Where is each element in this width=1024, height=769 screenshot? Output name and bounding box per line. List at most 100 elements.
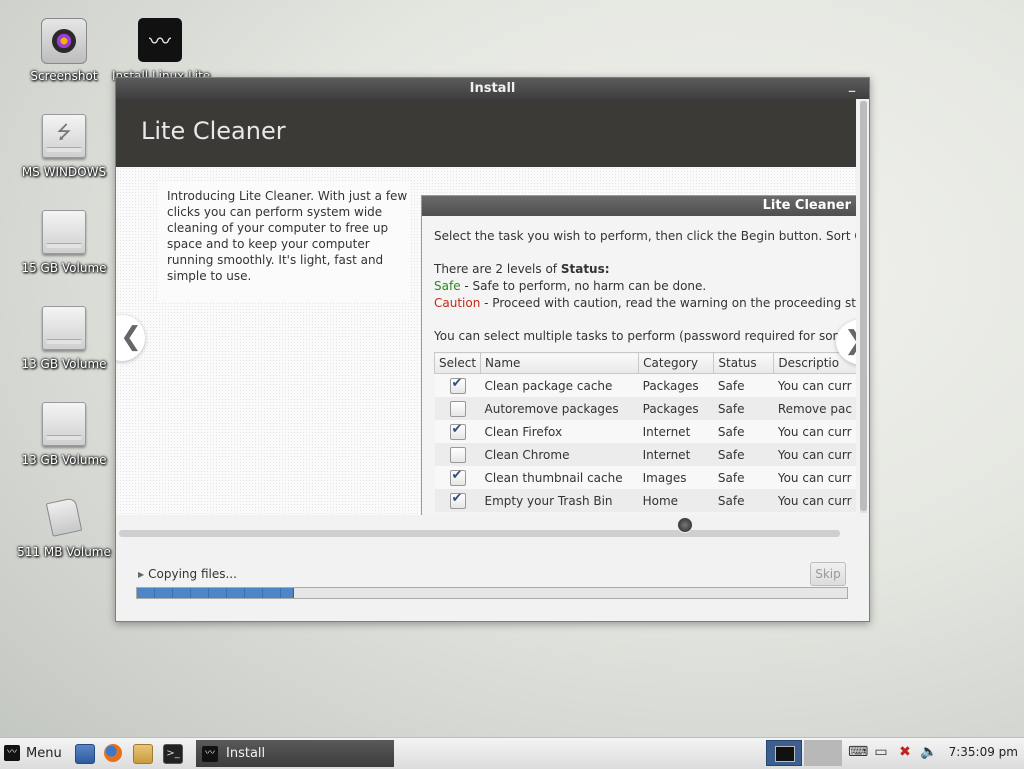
task-status: Safe	[717, 470, 745, 485]
desktop-icon-511mb-volume[interactable]: 511 MB Volume	[16, 497, 112, 559]
menu-button[interactable]: 〰 Menu	[4, 741, 62, 765]
select-checkbox[interactable]	[449, 468, 466, 486]
table-cell: Home	[638, 489, 714, 512]
vertical-scrollbar[interactable]	[860, 101, 867, 513]
table-row[interactable]: Clean Chrome Internet Safe You can curr	[434, 443, 856, 466]
task-table: Select Name Category Status Descriptio C…	[433, 352, 856, 512]
desktop-icon-13gb-volume-b[interactable]: 13 GB Volume	[16, 402, 112, 467]
task-category: Internet	[642, 447, 691, 462]
desktop-icon-13gb-volume-a[interactable]: 13 GB Volume	[16, 306, 112, 371]
intro-text: Introducing Lite Cleaner. With just a fe…	[159, 182, 410, 302]
table-cell: You can curr	[773, 420, 856, 443]
table-cell	[434, 443, 481, 466]
table-row[interactable]: Clean package cache Packages Safe You can c…	[434, 373, 856, 397]
select-checkbox[interactable]	[449, 491, 466, 509]
select-checkbox[interactable]	[449, 422, 466, 440]
task-status: Safe	[717, 424, 745, 439]
desktop-icon-label: Screenshot	[30, 69, 98, 83]
volume-icon[interactable]: 🔈	[920, 744, 938, 760]
select-checkbox[interactable]	[449, 376, 466, 394]
progress-fill	[137, 588, 295, 598]
table-row[interactable]: Clean thumbnail cache Images Safe You can c…	[434, 466, 856, 489]
task-name: Clean Chrome	[484, 447, 570, 462]
battery-icon[interactable]: ▭	[872, 744, 890, 760]
desktop-icon-label: 13 GB Volume	[21, 453, 107, 467]
hard-drive-icon	[42, 210, 86, 254]
desktop-icon-label: MS WINDOWS	[21, 165, 107, 179]
install-window: Install _ Lite Cleaner Introducing Lite …	[115, 77, 870, 622]
task-description: You can curr	[777, 424, 852, 439]
column-header-status[interactable]: Status	[713, 352, 775, 374]
table-row[interactable]: Autoremove packages Packages Safe Remove pa…	[434, 397, 856, 420]
table-row[interactable]: Empty your Trash Bin Home Safe You can curr	[434, 489, 856, 512]
table-cell	[434, 397, 481, 420]
table-cell: You can curr	[773, 466, 856, 489]
home-folder-icon[interactable]	[133, 744, 153, 764]
linux-lite-feather-icon: 〰	[138, 18, 182, 62]
hard-drive-icon	[42, 402, 86, 446]
table-cell: Empty your Trash Bin	[480, 489, 639, 512]
table-cell	[434, 466, 481, 489]
scrollbar-thumb[interactable]	[860, 101, 867, 511]
task-category: Packages	[642, 378, 699, 393]
table-cell: Packages	[638, 397, 714, 420]
clock[interactable]: 7:35:09 pm	[949, 745, 1018, 759]
desktop-icon-screenshot[interactable]: Screenshot	[16, 18, 112, 83]
table-cell: Clean package cache	[480, 373, 639, 397]
select-checkbox[interactable]	[449, 447, 466, 463]
table-cell: Safe	[713, 420, 774, 443]
task-name: Clean thumbnail cache	[484, 470, 623, 485]
table-cell: Safe	[713, 466, 774, 489]
minimize-button[interactable]: _	[845, 79, 859, 95]
safe-desc: - Safe to perform, no harm can be done.	[460, 279, 707, 293]
levels-line: There are 2 levels of Status:	[434, 261, 856, 278]
install-status[interactable]: ▶ Copying files...	[138, 567, 237, 581]
network-disconnected-icon[interactable]: ✖	[896, 744, 914, 760]
task-category: Images	[642, 470, 687, 485]
select-checkbox[interactable]	[449, 401, 466, 417]
workspace-2[interactable]	[804, 740, 842, 766]
column-header-category[interactable]: Category	[638, 352, 715, 374]
file-manager-icon[interactable]	[75, 744, 95, 764]
skip-button[interactable]: Skip	[810, 562, 846, 586]
table-cell: Clean Firefox	[480, 420, 639, 443]
memory-card-icon	[45, 497, 83, 537]
hard-drive-icon	[42, 306, 86, 350]
desktop-icon-label: 13 GB Volume	[21, 357, 107, 371]
table-cell: Clean thumbnail cache	[480, 466, 639, 489]
slideshow-scrollbar[interactable]	[119, 530, 840, 537]
menu-label: Menu	[26, 745, 62, 761]
desktop-icon-15gb-volume[interactable]: 15 GB Volume	[16, 210, 112, 275]
task-name: Empty your Trash Bin	[484, 493, 613, 508]
status-text: Copying files...	[148, 567, 237, 581]
task-name: Autoremove packages	[484, 401, 619, 416]
column-header-select[interactable]: Select	[433, 352, 482, 374]
keyboard-icon[interactable]: ⌨	[848, 744, 868, 760]
task-status: Safe	[717, 401, 745, 416]
slide-banner: Lite Cleaner	[116, 99, 856, 167]
taskbar-item-install[interactable]: 〰 Install	[196, 740, 394, 767]
previous-slide-button[interactable]: ❮	[116, 315, 145, 361]
table-cell: You can curr	[773, 489, 856, 512]
levels-bold: Status:	[560, 262, 610, 276]
table-cell: Safe	[713, 373, 774, 397]
cleaner-instruction: Select the task you wish to perform, the…	[434, 229, 856, 243]
install-progress-bar	[136, 587, 848, 599]
expander-arrow-icon[interactable]: ▶	[138, 570, 144, 579]
terminal-icon[interactable]: >_	[163, 744, 183, 764]
task-status: Safe	[717, 447, 745, 462]
cleaner-title: Lite Cleaner	[422, 196, 856, 216]
safe-word: Safe	[434, 279, 461, 293]
table-row[interactable]: Clean Firefox Internet Safe You can curr	[434, 420, 856, 443]
task-description: You can curr	[777, 493, 852, 508]
multi-task-note: You can select multiple tasks to perform…	[434, 329, 852, 343]
desktop-icon-install-linux-lite[interactable]: 〰 Install Linux Lite	[112, 18, 210, 83]
column-header-name[interactable]: Name	[480, 352, 640, 374]
window-titlebar[interactable]: Install _	[116, 78, 869, 99]
task-category: Internet	[642, 424, 691, 439]
workspace-1[interactable]	[766, 740, 802, 766]
levels-prefix: There are 2 levels of	[434, 262, 561, 276]
desktop-icon-ms-windows[interactable]: ⭍ MS WINDOWS	[16, 114, 112, 179]
firefox-icon[interactable]	[104, 744, 122, 762]
caution-desc: - Proceed with caution, read the warning…	[480, 296, 856, 310]
